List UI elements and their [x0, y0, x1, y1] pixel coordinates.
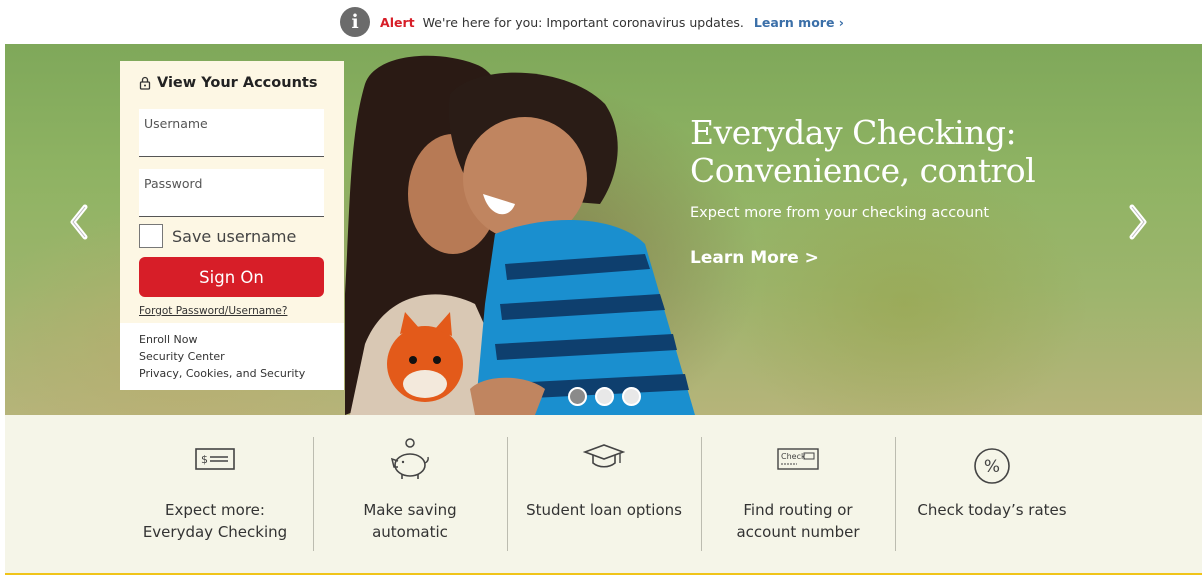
hero-title-line1: Everyday Checking:: [690, 113, 1017, 152]
username-placeholder: Username: [144, 116, 208, 131]
feature-label: Check today’s rates: [897, 499, 1087, 521]
alert-link-label: Learn more: [753, 14, 835, 30]
hero-title-line2: Convenience, control: [690, 151, 1036, 190]
login-header: View Your Accounts: [120, 61, 344, 91]
login-panel: View Your Accounts Username Password Sav…: [120, 61, 344, 390]
feature-label-line1: Expect more:: [165, 501, 265, 519]
enroll-now-link[interactable]: Enroll Now: [139, 331, 344, 348]
carousel-dot-2[interactable]: [595, 387, 614, 406]
alert-content: i Alert We're here for you: Important co…: [340, 7, 844, 37]
carousel-dots: [568, 387, 641, 406]
save-username-label[interactable]: Save username: [172, 227, 296, 246]
divider: [507, 437, 508, 551]
feature-student-loans[interactable]: Student loan options: [509, 439, 699, 551]
sign-on-button[interactable]: Sign On: [139, 257, 324, 297]
check-bill-icon: $: [195, 448, 235, 470]
alert-label: Alert: [380, 14, 415, 30]
feature-automatic-saving[interactable]: Make saving automatic: [315, 438, 505, 551]
feature-routing-number[interactable]: Check Find routing or account number: [703, 439, 893, 551]
save-username-row: Save username: [139, 224, 296, 248]
chevron-right-icon: ›: [838, 14, 844, 30]
alert-learn-more-link[interactable]: Learn more ›: [754, 15, 844, 30]
hero-title: Everyday Checking: Convenience, control: [690, 113, 1036, 190]
carousel-next-arrow[interactable]: [1122, 202, 1152, 242]
carousel-dot-1[interactable]: [568, 387, 587, 406]
feature-label-line1: Student loan options: [526, 501, 682, 519]
save-username-checkbox[interactable]: [139, 224, 163, 248]
feature-label-line2: Everyday Checking: [142, 523, 288, 541]
svg-text:$: $: [201, 453, 208, 466]
info-icon: i: [340, 7, 371, 37]
feature-label-line1: Make saving: [363, 501, 457, 519]
feature-label: Student loan options: [509, 499, 699, 521]
feature-label-line1: Check today’s rates: [917, 501, 1067, 519]
password-field[interactable]: Password: [139, 169, 324, 217]
privacy-cookies-link[interactable]: Privacy, Cookies, and Security: [139, 365, 344, 382]
hero-subtitle: Expect more from your checking account: [690, 205, 990, 221]
security-center-link[interactable]: Security Center: [139, 348, 344, 365]
svg-text:Check: Check: [781, 452, 806, 461]
username-field[interactable]: Username: [139, 109, 324, 157]
carousel-dot-3[interactable]: [622, 387, 641, 406]
divider: [313, 437, 314, 551]
hero-learn-more-link[interactable]: Learn More >: [690, 248, 819, 268]
check-routing-icon: Check: [777, 448, 819, 470]
login-title: View Your Accounts: [157, 75, 318, 91]
percent-icon: %: [974, 448, 1010, 484]
graduation-cap-icon: [583, 444, 625, 468]
bottom-accent-line: [5, 573, 1202, 575]
lock-icon: [139, 76, 151, 90]
feature-label-line2: account number: [736, 523, 860, 541]
svg-text:%: %: [984, 457, 1000, 477]
forgot-password-link[interactable]: Forgot Password/Username?: [139, 305, 287, 317]
feature-todays-rates[interactable]: % Check today’s rates: [897, 439, 1087, 551]
alert-text: We're here for you: Important coronaviru…: [422, 14, 744, 30]
feature-label-line1: Find routing or: [743, 501, 853, 519]
divider: [701, 437, 702, 551]
alert-bar: i Alert We're here for you: Important co…: [0, 0, 1204, 44]
password-placeholder: Password: [144, 176, 203, 191]
feature-label: Expect more: Everyday Checking: [120, 499, 310, 543]
feature-label: Find routing or account number: [703, 499, 893, 543]
feature-label-line2: automatic: [372, 523, 448, 541]
feature-strip: $ Expect more: Everyday Checking Make sa…: [5, 415, 1202, 573]
feature-everyday-checking[interactable]: $ Expect more: Everyday Checking: [120, 439, 310, 551]
piggy-bank-icon: [390, 438, 429, 479]
divider: [895, 437, 896, 551]
feature-label: Make saving automatic: [315, 499, 505, 543]
carousel-prev-arrow[interactable]: [65, 202, 95, 242]
login-links: Enroll Now Security Center Privacy, Cook…: [120, 323, 344, 390]
